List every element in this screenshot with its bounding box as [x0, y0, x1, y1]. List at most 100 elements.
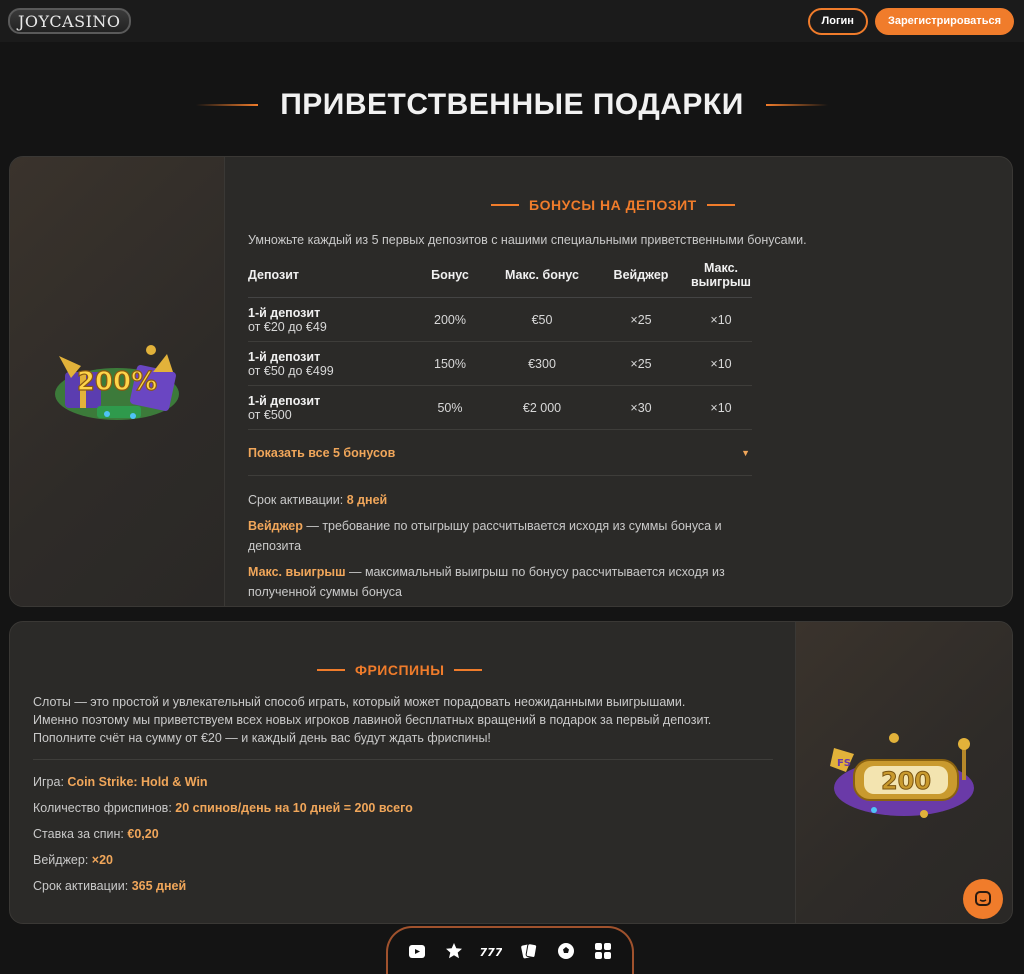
gift-200-illustration: 200% — [55, 344, 179, 420]
fs-wager-label: Вейджер: — [33, 853, 89, 867]
col-bonus: Бонус — [408, 255, 492, 298]
freespins-content: ФРИСПИНЫ Слоты — это простой и увлекател… — [10, 622, 795, 923]
wager-cell: ×25 — [592, 341, 690, 386]
fs-bet: Ставка за спин: €0,20 — [33, 826, 795, 843]
login-button[interactable]: Логин — [807, 7, 868, 35]
fs-game-label: Игра: — [33, 775, 64, 789]
wager-cell: ×30 — [592, 385, 690, 430]
bonus-cell: 200% — [408, 297, 492, 342]
maxwin-explanation: Макс. выигрыш — максимальный выигрыш по … — [248, 562, 758, 602]
fs-count-badge: 200 — [881, 767, 931, 795]
chat-icon — [975, 891, 991, 906]
register-button[interactable]: Зарегистрироваться — [874, 7, 1014, 35]
deposit-range: от €50 до €499 — [248, 364, 334, 378]
caret-down-icon: ▼ — [741, 447, 750, 458]
slots-777-icon[interactable]: 777 — [480, 940, 502, 962]
wager-explanation: Вейджер — требование по отыгрышу рассчит… — [248, 516, 758, 556]
title-decor-right — [765, 104, 828, 106]
col-max-win: Макс. выигрыш — [690, 255, 752, 298]
deposit-name: 1-й депозит — [248, 306, 321, 320]
grid-icon[interactable] — [592, 940, 614, 962]
soccer-ball-icon[interactable] — [555, 940, 577, 962]
fs-game-value: Coin Strike: Hold & Win — [67, 775, 208, 789]
star-icon[interactable] — [443, 940, 465, 962]
section-decor-right — [706, 204, 735, 206]
deposit-bonus-image: 200% — [10, 157, 225, 606]
deposit-cell: 1-й депозит от €500 — [248, 385, 408, 430]
deposit-bonus-content: БОНУСЫ НА ДЕПОЗИТ Умножьте каждый из 5 п… — [225, 157, 1012, 606]
slot-machine-illustration: FS 200 — [830, 732, 974, 818]
show-all-label: Показать все 5 бонусов — [248, 445, 396, 460]
deposit-activation: Срок активации: 8 дней — [248, 490, 758, 510]
auth-buttons: Логин Зарегистрироваться — [807, 7, 1014, 35]
deposit-range: от €500 — [248, 408, 292, 422]
deposit-section-title-text: БОНУСЫ НА ДЕПОЗИТ — [529, 197, 697, 213]
freespins-intro-3: Пополните счёт на сумму от €20 — и кажды… — [33, 731, 491, 745]
col-max-bonus: Макс. бонус — [492, 255, 592, 298]
freespins-section-title-text: ФРИСПИНЫ — [355, 662, 445, 678]
max-win-cell: ×10 — [690, 341, 752, 386]
col-deposit: Депозит — [248, 255, 408, 298]
deposit-bonus-card: 200% БОНУСЫ НА ДЕПОЗИТ Умножьте каждый и… — [9, 156, 1013, 607]
fs-activation-label: Срок активации: — [33, 879, 129, 893]
fs-activation-value: 365 дней — [131, 879, 187, 893]
maxwin-term: Макс. выигрыш — [248, 565, 346, 579]
deposit-section-title: БОНУСЫ НА ДЕПОЗИТ — [491, 197, 1012, 213]
fs-activation: Срок активации: 365 дней — [33, 878, 795, 895]
freespins-intro-1: Слоты — это простой и увлекательный спос… — [33, 695, 686, 709]
section-decor-left — [491, 204, 519, 206]
live-video-icon[interactable] — [406, 940, 428, 962]
fs-badge: FS — [837, 758, 851, 769]
fs-count-label: Количество фриспинов: — [33, 801, 172, 815]
deposit-name: 1-й депозит — [248, 350, 321, 364]
bonus-table: Депозит Бонус Макс. бонус Вейджер Макс. … — [248, 255, 752, 430]
col-wager: Вейджер — [592, 255, 690, 298]
image-badge: 200% — [77, 367, 157, 397]
cards-icon[interactable] — [518, 940, 540, 962]
activation-value: 8 дней — [346, 493, 388, 507]
page-title-wrap: ПРИВЕТСТВЕННЫЕ ПОДАРКИ — [0, 88, 1024, 122]
max-bonus-cell: €50 — [492, 297, 592, 342]
bonus-cell: 50% — [408, 385, 492, 430]
fs-count: Количество фриспинов: 20 спинов/день на … — [33, 800, 795, 817]
fs-count-value: 20 спинов/день на 10 дней = 200 всего — [175, 801, 413, 815]
deposit-cell: 1-й депозит от €50 до €499 — [248, 341, 408, 386]
bottom-nav: 777 — [386, 926, 634, 974]
top-bar: JOYCASINO Логин Зарегистрироваться — [0, 0, 1024, 42]
fs-bet-value: €0,20 — [127, 827, 159, 841]
deposit-intro: Умножьте каждый из 5 первых депозитов с … — [248, 233, 807, 247]
max-bonus-cell: €2 000 — [492, 385, 592, 430]
table-row: 1-й депозит от €20 до €49 200% €50 ×25 ×… — [248, 297, 752, 342]
logo[interactable]: JOYCASINO — [8, 8, 131, 34]
chat-button[interactable] — [963, 879, 1003, 919]
title-decor-left — [196, 104, 259, 106]
fs-bet-label: Ставка за спин: — [33, 827, 124, 841]
wager-term: Вейджер — [248, 519, 303, 533]
show-all-bonuses-toggle[interactable]: Показать все 5 бонусов ▼ — [248, 430, 752, 476]
wager-cell: ×25 — [592, 297, 690, 342]
svg-text:777: 777 — [480, 946, 502, 959]
fs-wager-value: ×20 — [91, 853, 114, 867]
freespins-card: ФРИСПИНЫ Слоты — это простой и увлекател… — [9, 621, 1013, 924]
activation-label: Срок активации: — [248, 493, 344, 507]
max-bonus-cell: €300 — [492, 341, 592, 386]
fs-wager: Вейджер: ×20 — [33, 852, 795, 869]
deposit-cell: 1-й депозит от €20 до €49 — [248, 297, 408, 342]
bonus-table-header: Депозит Бонус Макс. бонус Вейджер Макс. … — [248, 255, 752, 298]
freespins-section-title: ФРИСПИНЫ — [317, 662, 795, 678]
max-win-cell: ×10 — [690, 297, 752, 342]
freespins-divider — [33, 759, 773, 760]
fs-game: Игра: Coin Strike: Hold & Win — [33, 774, 795, 791]
section-decor-left — [317, 669, 345, 671]
wager-desc: — требование по отыгрышу рассчитывается … — [248, 519, 722, 553]
table-row: 1-й депозит от €50 до €499 150% €300 ×25… — [248, 341, 752, 386]
freespins-intro-2: Именно поэтому мы приветствуем всех новы… — [33, 713, 712, 727]
deposit-name: 1-й депозит — [248, 394, 321, 408]
deposit-range: от €20 до €49 — [248, 320, 327, 334]
freespins-image: FS 200 — [795, 622, 1012, 923]
max-win-cell: ×10 — [690, 385, 752, 430]
table-row: 1-й депозит от €500 50% €2 000 ×30 ×10 — [248, 385, 752, 430]
page-title: ПРИВЕТСТВЕННЫЕ ПОДАРКИ — [280, 88, 744, 121]
bonus-cell: 150% — [408, 341, 492, 386]
section-decor-right — [454, 669, 483, 671]
